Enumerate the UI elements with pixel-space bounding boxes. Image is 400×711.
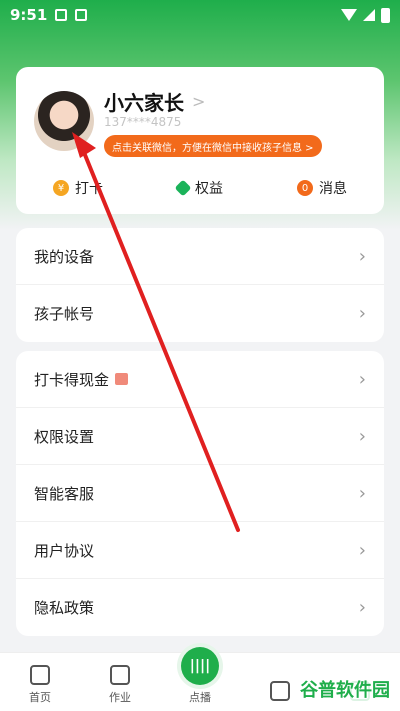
book-icon [110,665,130,685]
list-item-my-devices[interactable]: 我的设备 › [16,228,384,285]
chevron-right-icon: › [358,482,366,504]
chevron-right-icon: > [192,92,206,111]
list-item-child-account[interactable]: 孩子帐号 › [16,285,384,342]
tab-home-label: 首页 [29,691,51,704]
message-count-badge: 0 [297,180,313,196]
profile-card: 小六家长 > 137****4875 点击关联微信，方便在微信中接收孩子信息 >… [16,67,384,214]
username-row[interactable]: 小六家长 > [104,87,205,116]
tab-home[interactable]: 首页 [10,665,70,705]
image-notification-icon [55,9,68,21]
chevron-right-icon: › [358,597,366,618]
benefits-label: 权益 [195,181,223,197]
device-group: 我的设备 › 孩子帐号 › [16,228,384,342]
watermark: 谷普软件园 [300,676,390,702]
home-icon [30,665,50,685]
document-icon [270,681,290,701]
tab-play[interactable]: |||| 点播 [170,647,230,705]
battery-icon [381,7,390,23]
wifi-icon [341,9,357,21]
list-item-checkin-cash[interactable]: 打卡得现金 › [16,351,384,408]
username: 小六家长 [104,91,184,115]
coin-icon: ¥ [53,180,69,196]
benefits-entry[interactable]: 权益 [174,178,223,198]
checkin-label: 打卡 [75,181,103,197]
list-item-label: 打卡得现金 [34,370,110,389]
quick-actions: ¥ 打卡 权益 0 消息 [16,175,384,201]
checkin-entry[interactable]: ¥ 打卡 [53,178,103,198]
tab-homework-label: 作业 [109,691,131,704]
chevron-right-icon: › [358,303,366,324]
list-item-user-agreement[interactable]: 用户协议 › [16,522,384,579]
list-item-label: 孩子帐号 [34,305,95,323]
gift-icon [115,373,129,385]
signal-icon [363,9,375,21]
chevron-right-icon: › [358,368,366,390]
status-time: 9:51 [10,6,48,24]
chevron-right-icon: › [358,539,366,561]
app-notification-icon [75,9,88,21]
phone-number: 137****4875 [104,115,182,129]
messages-entry[interactable]: 0 消息 [297,178,347,198]
wechat-link-banner[interactable]: 点击关联微信，方便在微信中接收孩子信息 > [104,135,322,157]
list-item-permissions[interactable]: 权限设置 › [16,408,384,465]
chevron-right-icon: › [358,425,366,447]
list-item-label: 我的设备 [34,247,95,266]
messages-label: 消息 [319,181,347,197]
gem-icon [174,179,192,197]
list-item-label: 用户协议 [34,541,95,560]
list-item-privacy-policy[interactable]: 隐私政策 › [16,579,384,636]
avatar[interactable] [34,91,94,151]
audio-wave-icon: |||| [181,647,219,685]
tab-play-label: 点播 [189,691,211,704]
settings-group: 打卡得现金 › 权限设置 › 智能客服 › 用户协议 › 隐私政策 › [16,351,384,636]
list-item-label: 隐私政策 [34,599,95,617]
chevron-right-icon: › [358,245,366,267]
list-item-label: 智能客服 [34,484,95,503]
list-item-label: 权限设置 [34,427,95,446]
status-bar: 9:51 [0,0,400,30]
tab-homework[interactable]: 作业 [90,665,150,705]
list-item-customer-service[interactable]: 智能客服 › [16,465,384,522]
